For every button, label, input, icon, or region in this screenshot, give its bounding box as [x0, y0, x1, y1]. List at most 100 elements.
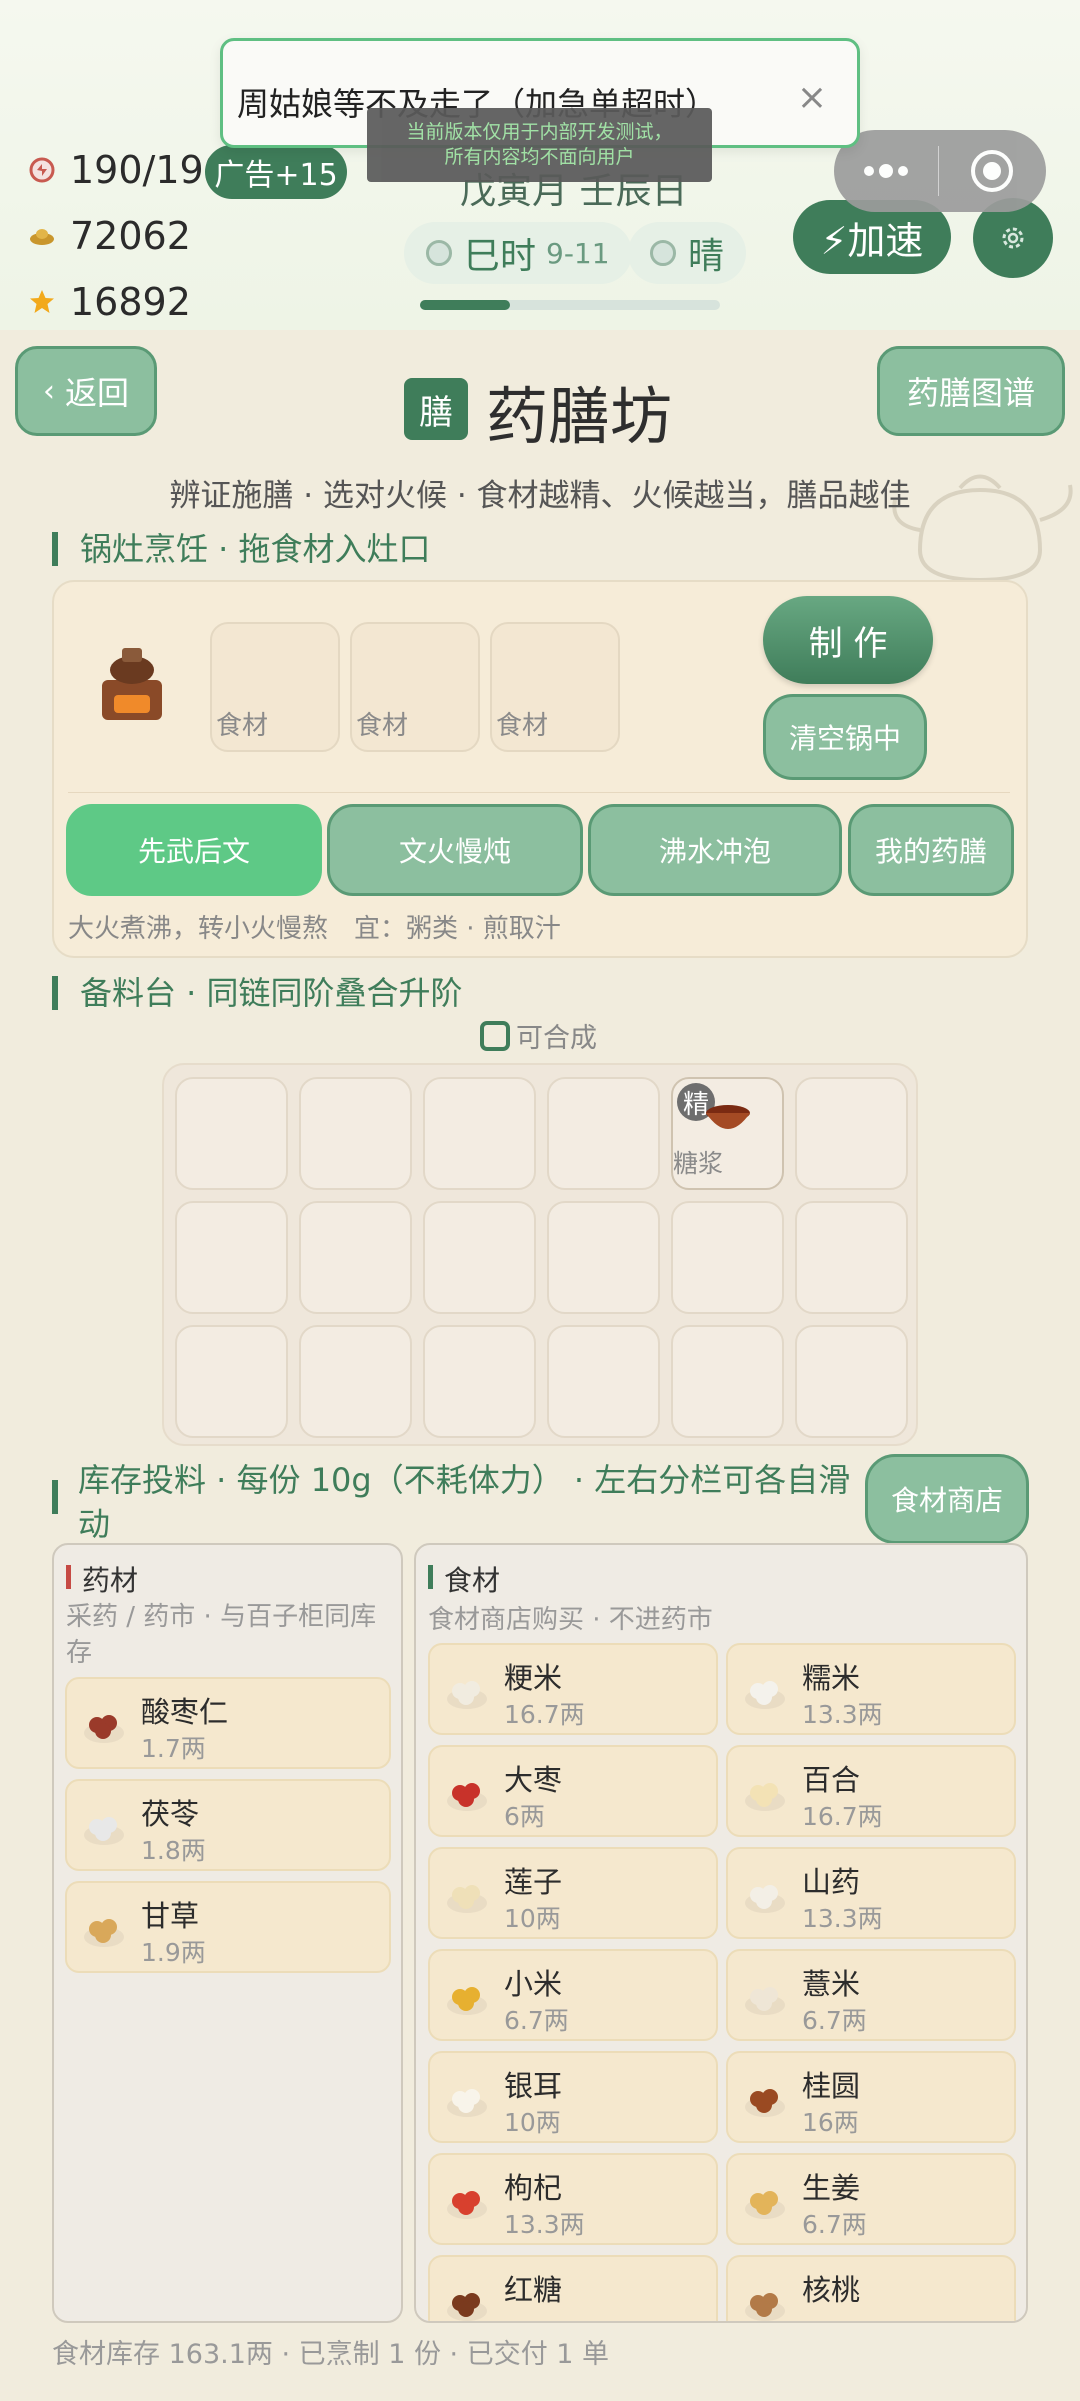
herbs-panel[interactable]: 药材 采药 / 药市 · 与百子柜同库 存 酸枣仁 1.7两 茯苓 1.8两 甘草 1.9… — [52, 1543, 403, 2323]
inventory-item[interactable]: 桂圆 16两 — [726, 2051, 1016, 2143]
item-name: 生姜 — [802, 2171, 861, 2205]
clear-pot-button[interactable]: 清空锅中 — [763, 694, 927, 780]
inventory-item[interactable]: 山药 13.3两 — [726, 1847, 1016, 1939]
legend-label: 可合成 — [516, 1023, 597, 1054]
ingredient-icon — [447, 1885, 487, 1913]
inventory-item[interactable]: 糯米 13.3两 — [726, 1643, 1016, 1735]
inventory-item[interactable]: 小米 6.7两 — [428, 1949, 718, 2041]
gold-value: 72062 — [70, 214, 191, 258]
item-amount: 6.7两 — [802, 2210, 867, 2239]
item-name: 糯米 — [802, 1661, 861, 1695]
prep-cell[interactable] — [671, 1201, 784, 1314]
weather-chip: 晴 — [628, 222, 747, 284]
stove-slot[interactable]: 食材 — [490, 622, 620, 752]
prep-cell[interactable] — [299, 1201, 412, 1314]
inventory-item[interactable]: 茯苓 1.8两 — [65, 1779, 391, 1871]
prep-cell-filled[interactable]: 精 糖浆 — [671, 1077, 784, 1190]
mergeable-legend: 可合成 — [480, 1016, 597, 1055]
inventory-item[interactable]: 百合 16.7两 — [726, 1745, 1016, 1837]
stamina-stat: 190/190 — [28, 148, 228, 192]
item-amount: 1.7两 — [141, 1734, 206, 1763]
ingredient-icon — [745, 2293, 785, 2321]
stove-slot[interactable]: 食材 — [350, 622, 480, 752]
inventory-item[interactable]: 薏米 6.7两 — [726, 1949, 1016, 2041]
heat-mode-tab[interactable]: 我的药膳 — [848, 804, 1014, 896]
item-name: 小米 — [504, 1967, 563, 2001]
stove-section-title: 锅灶烹饪 · 拖食材入灶口 — [52, 532, 431, 566]
inventory-section-title: 库存投料 · 每份 10g（不耗体力） · 左右分栏可各自滑 动 — [52, 1458, 850, 1546]
prep-cell[interactable] — [175, 1325, 288, 1438]
prep-cell[interactable] — [547, 1325, 660, 1438]
mini-program-capsule — [834, 130, 1046, 212]
heat-mode-tab[interactable]: 文火慢炖 — [327, 804, 583, 896]
prep-section-title: 备料台 · 同链同阶叠合升阶 — [52, 976, 463, 1010]
prep-cell[interactable] — [299, 1077, 412, 1190]
ingredient-icon — [84, 1817, 124, 1845]
stamina-icon — [29, 157, 55, 183]
item-amount: 10两 — [504, 2108, 561, 2137]
foods-panel[interactable]: 食材 食材商店购买 · 不进药市 粳米 16.7两 糯米 13.3两 大枣 6两 百合 16.… — [414, 1543, 1028, 2323]
inventory-item[interactable]: 粳米 16.7两 — [428, 1643, 718, 1735]
heat-mode-tab[interactable]: 先武后文 — [66, 804, 322, 896]
prep-cell[interactable] — [175, 1201, 288, 1314]
prep-cell[interactable] — [671, 1325, 784, 1438]
herbs-desc-line: 存 — [66, 1638, 93, 1668]
item-name: 茯苓 — [141, 1797, 200, 1831]
prep-cell[interactable] — [423, 1201, 536, 1314]
item-name: 薏米 — [802, 1967, 861, 2001]
stars-stat: 16892 — [28, 280, 191, 324]
back-label: 返回 — [64, 374, 129, 412]
gold-ingot-icon — [30, 229, 54, 245]
item-name: 粳米 — [504, 1661, 563, 1695]
time-name: 巳时 — [464, 236, 537, 277]
dev-notice-line: 当前版本仅用于内部开发测试， — [406, 121, 673, 143]
exit-mini-program-button[interactable] — [939, 148, 1045, 194]
item-name: 百合 — [802, 1763, 861, 1797]
prep-cell[interactable] — [423, 1325, 536, 1438]
ingredient-icon — [745, 1987, 785, 2015]
clock-icon — [426, 240, 452, 266]
time-chip: 巳时 9-11 — [404, 222, 632, 284]
slot-label: 食材 — [216, 711, 269, 741]
inventory-item[interactable]: 甘草 1.9两 — [65, 1881, 391, 1973]
heat-mode-tab[interactable]: 沸水冲泡 — [588, 804, 842, 896]
prep-cell[interactable] — [795, 1201, 908, 1314]
inventory-item[interactable]: 酸枣仁 1.7两 — [65, 1677, 391, 1769]
more-menu-button[interactable] — [834, 164, 938, 178]
prep-cell[interactable] — [547, 1077, 660, 1190]
close-icon[interactable]: × — [797, 77, 827, 118]
ingredient-icon — [447, 1783, 487, 1811]
ingredient-icon — [447, 1681, 487, 1709]
inventory-item[interactable]: 核桃 — [726, 2255, 1016, 2321]
item-name: 酸枣仁 — [141, 1695, 229, 1729]
food-shop-button[interactable]: 食材商店 — [865, 1454, 1029, 1544]
chevron-left-icon: ‹ — [42, 373, 55, 409]
prep-cell[interactable] — [423, 1077, 536, 1190]
prep-cell[interactable] — [795, 1077, 908, 1190]
foods-title: 食材 — [444, 1564, 501, 1597]
ingredient-icon — [745, 1783, 785, 1811]
ad-reward-button[interactable]: 广告+15 — [205, 145, 347, 199]
inventory-item[interactable]: 红糖 — [428, 2255, 718, 2321]
recipe-atlas-button[interactable]: 药膳图谱 — [877, 346, 1065, 436]
inventory-title-line: 动 — [78, 1505, 111, 1543]
star-icon — [30, 290, 54, 313]
inventory-item[interactable]: 莲子 10两 — [428, 1847, 718, 1939]
stove-slot[interactable]: 食材 — [210, 622, 340, 752]
item-name: 红糖 — [504, 2273, 563, 2307]
gear-icon — [1002, 227, 1024, 249]
syrup-bowl-icon — [706, 1105, 750, 1129]
prep-cell[interactable] — [175, 1077, 288, 1190]
inventory-item[interactable]: 枸杞 13.3两 — [428, 2153, 718, 2245]
item-amount: 6两 — [504, 1802, 545, 1831]
back-button[interactable]: ‹ 返回 — [15, 346, 157, 436]
prep-cell[interactable] — [299, 1325, 412, 1438]
prep-cell[interactable] — [795, 1325, 908, 1438]
inventory-item[interactable]: 大枣 6两 — [428, 1745, 718, 1837]
inventory-item[interactable]: 生姜 6.7两 — [726, 2153, 1016, 2245]
ingredient-icon — [447, 2293, 487, 2321]
prep-cell[interactable] — [547, 1201, 660, 1314]
make-button[interactable]: 制 作 — [763, 596, 933, 684]
page-title: 药膳坊 — [486, 380, 673, 453]
inventory-item[interactable]: 银耳 10两 — [428, 2051, 718, 2143]
